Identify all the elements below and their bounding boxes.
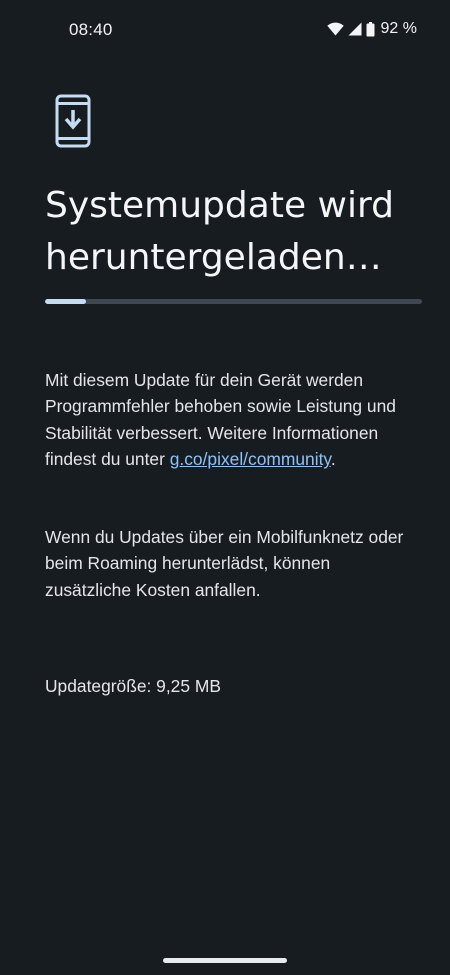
battery-percentage: 92 % xyxy=(380,20,417,37)
update-description: Mit diesem Update für dein Gerät werden … xyxy=(45,367,415,473)
download-progress-bar xyxy=(45,299,422,304)
status-time: 08:40 xyxy=(69,20,113,39)
wifi-icon xyxy=(326,22,344,36)
community-link[interactable]: g.co/pixel/community xyxy=(170,449,331,469)
download-progress-fill xyxy=(45,299,87,304)
update-size-label: Updategröße: 9,25 MB xyxy=(45,676,221,696)
status-icons: 92 % xyxy=(326,20,417,38)
page-title: Systemupdate wird heruntergeladen… xyxy=(45,185,394,278)
gesture-home-bar[interactable] xyxy=(163,958,287,963)
status-bar: 08:40 92 % xyxy=(0,0,450,58)
battery-icon xyxy=(366,21,375,37)
description-end: . xyxy=(330,449,336,470)
signal-icon xyxy=(348,22,362,36)
phone-download-icon xyxy=(55,94,91,148)
roaming-notice: Wenn du Updates über ein Mobilfunknetz o… xyxy=(45,527,404,600)
